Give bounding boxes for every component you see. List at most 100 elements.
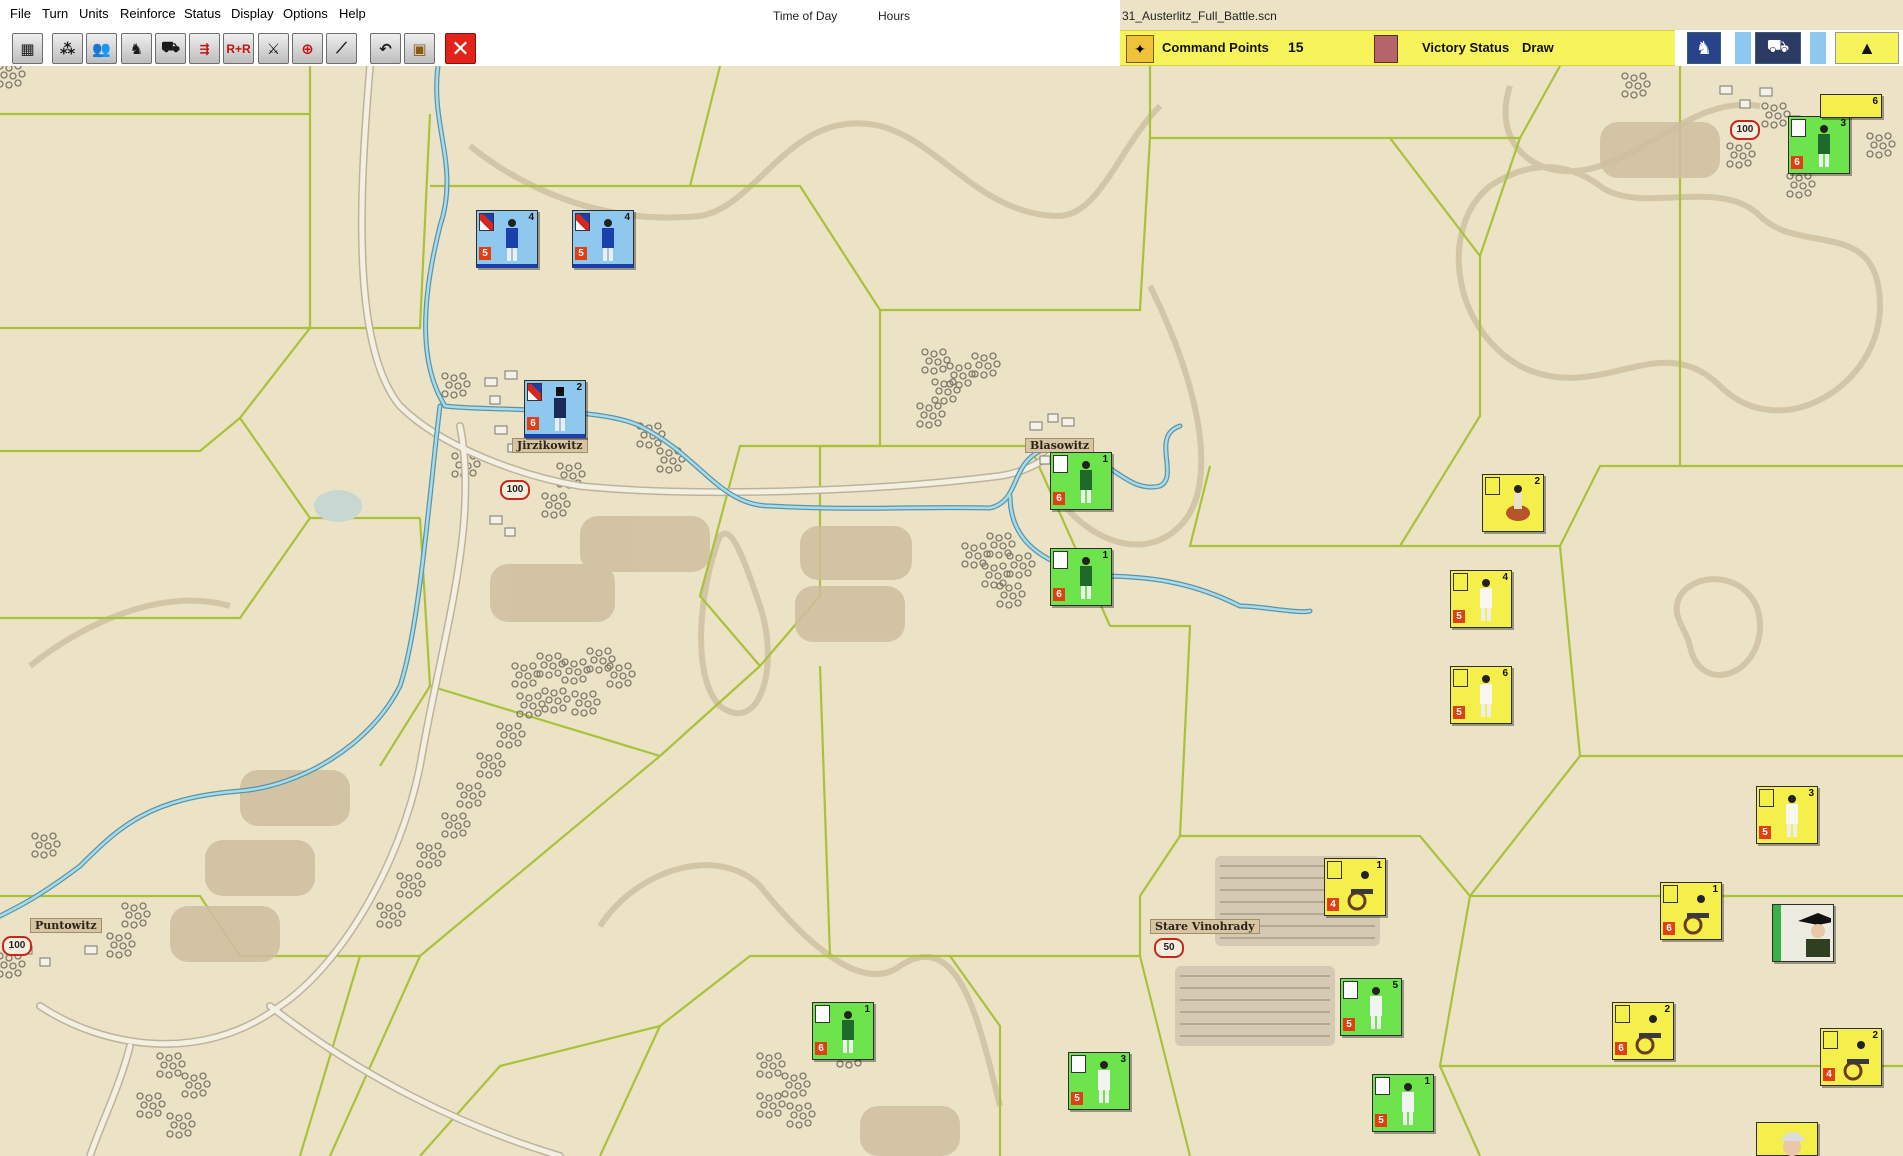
unit-strength: 1 — [1712, 884, 1718, 895]
unit-rating: 6 — [1791, 156, 1803, 169]
unit-strength: 4 — [528, 212, 534, 223]
unit-rating: 6 — [1615, 1042, 1627, 1055]
unit-strength: 3 — [1840, 118, 1846, 129]
russian-infantry-unit[interactable]: 5 5 — [1340, 978, 1402, 1036]
unit-strength: 1 — [1102, 550, 1108, 561]
russian-infantry-unit[interactable]: 1 6 — [1050, 452, 1112, 510]
march-button[interactable]: ⟋ — [326, 33, 357, 64]
menu-units[interactable]: Units — [79, 6, 109, 21]
eagle-icon: ✦ — [1126, 35, 1154, 63]
infantry-figure-icon — [1080, 557, 1092, 599]
austrian-infantry-unit[interactable]: 6 5 — [1450, 666, 1512, 724]
austrian-infantry-unit[interactable]: 4 5 — [1450, 570, 1512, 628]
terrain-layer — [0, 66, 1903, 1156]
toolbar: ▦ ⁂ 👥 ♞ ⛟ ⇶ R+R ⚔ ⊕ ⟋ ↶ ▣ ✕ — [0, 30, 1120, 66]
austrian-eagle-icon — [1759, 789, 1774, 807]
bicorne-hat-icon: ▲ — [1858, 37, 1876, 58]
town-label-jirzikowitz: Jirzikowitz — [512, 438, 588, 453]
austrian-leader-unit[interactable] — [1756, 1122, 1818, 1156]
russian-infantry-unit[interactable]: 3 6 — [1788, 116, 1850, 174]
unit-rating: 6 — [527, 417, 539, 430]
russian-leader-unit[interactable] — [1772, 904, 1834, 962]
fire-button[interactable]: ⊕ — [292, 33, 323, 64]
cannon-icon: ⛟ — [1766, 36, 1790, 56]
french-infantry-unit[interactable]: 4 5 — [476, 210, 538, 268]
french-guard-unit[interactable]: 2 6 — [524, 380, 586, 438]
status-strip: ✦ Command Points 15 Victory Status Draw — [1120, 30, 1675, 66]
time-of-day-label: Time of Day — [773, 9, 838, 23]
infantry-pair-icon: 👥 — [92, 40, 111, 58]
melee-button[interactable]: ⚔ — [258, 33, 289, 64]
austrian-unit-offscreen[interactable]: 6 — [1820, 94, 1882, 118]
austrian-artillery-unit[interactable]: 1 4 — [1324, 858, 1386, 916]
infantry-button[interactable]: 👥 — [86, 33, 117, 64]
hours-label: Hours — [878, 9, 911, 23]
menu-turn[interactable]: Turn — [42, 6, 68, 21]
russian-infantry-unit[interactable]: 1 6 — [812, 1002, 874, 1060]
battle-map[interactable]: Jirzikowitz 100 Blasowitz 100 Puntowitz … — [0, 66, 1903, 1156]
artillery-button[interactable]: ⛟ — [155, 33, 186, 64]
retreat-button[interactable]: ⇶ — [189, 33, 220, 64]
leader-filter-button[interactable]: ▲ — [1835, 32, 1899, 64]
vp-marker-puntowitz: 100 — [2, 936, 32, 956]
unit-strength: 4 — [1502, 572, 1508, 583]
french-infantry-unit[interactable]: 4 5 — [572, 210, 634, 268]
rally-icon: R+R — [226, 41, 251, 56]
flag-icon: ▣ — [412, 40, 427, 58]
menu-help[interactable]: Help — [339, 6, 366, 21]
austrian-artillery-unit[interactable]: 2 4 — [1820, 1028, 1882, 1086]
flag-button[interactable]: ▣ — [404, 33, 435, 64]
russian-infantry-unit[interactable]: 1 5 — [1372, 1074, 1434, 1132]
unit-strength: 4 — [624, 212, 630, 223]
cavalry-filter-button[interactable]: ♞ — [1687, 32, 1721, 64]
infantry-figure-icon — [842, 1011, 854, 1053]
unit-rating: 5 — [1071, 1092, 1083, 1105]
artillery-filter-button[interactable]: ⛟ — [1755, 32, 1801, 64]
russian-infantry-unit[interactable]: 3 5 — [1068, 1052, 1130, 1110]
unit-strength: 1 — [864, 1004, 870, 1015]
austrian-eagle-icon — [1663, 885, 1678, 903]
unit-strength: 1 — [1102, 454, 1108, 465]
russian-flag-icon — [815, 1005, 830, 1023]
infantry-figure-icon — [506, 219, 518, 261]
horse-head-icon: ♞ — [1695, 37, 1713, 58]
cavalry-button[interactable]: ♞ — [121, 33, 152, 64]
menu-file[interactable]: File — [10, 6, 31, 21]
artillery-figure-icon — [1843, 1041, 1869, 1081]
unit-rating: 5 — [1375, 1114, 1387, 1127]
austrian-eagle-icon — [1327, 861, 1342, 879]
rally-button[interactable]: R+R — [223, 33, 254, 64]
menu-status[interactable]: Status — [184, 6, 221, 21]
russian-flag-icon — [1791, 119, 1806, 137]
menu-reinforce[interactable]: Reinforce — [120, 6, 176, 21]
infantry-figure-icon — [1480, 579, 1492, 621]
austrian-eagle-icon — [1615, 1005, 1630, 1023]
austrian-artillery-unit[interactable]: 1 6 — [1660, 882, 1722, 940]
unit-rating: 5 — [1453, 706, 1465, 719]
austrian-artillery-unit[interactable]: 2 6 — [1612, 1002, 1674, 1060]
unit-strength: 6 — [1872, 96, 1878, 107]
unit-rating: 4 — [1327, 898, 1339, 911]
russian-flag-icon — [1343, 981, 1358, 999]
menu-options[interactable]: Options — [283, 6, 328, 21]
french-flag-icon — [527, 383, 542, 401]
formation-button[interactable]: ⁂ — [52, 33, 83, 64]
russian-infantry-unit[interactable]: 1 6 — [1050, 548, 1112, 606]
austrian-infantry-unit[interactable]: 3 5 — [1756, 786, 1818, 844]
unit-strength: 2 — [1534, 476, 1540, 487]
austrian-cavalry-unit[interactable]: 2 — [1482, 474, 1544, 532]
undo-button[interactable]: ↶ — [370, 33, 401, 64]
austrian-eagle-icon — [1823, 1031, 1838, 1049]
french-flag-icon — [575, 213, 590, 231]
map-overview-button[interactable]: ▦ — [12, 33, 43, 64]
spacer-swatch — [1735, 32, 1751, 64]
infantry-figure-icon — [1402, 1083, 1414, 1125]
austrian-eagle-icon — [1453, 669, 1468, 687]
scenario-title: 31_Austerlitz_Full_Battle.scn — [1122, 9, 1277, 23]
close-button[interactable]: ✕ — [445, 33, 476, 64]
menu-display[interactable]: Display — [231, 6, 274, 21]
infantry-figure-icon — [1818, 125, 1830, 167]
artillery-figure-icon — [1635, 1015, 1661, 1055]
unit-rating: 6 — [1053, 492, 1065, 505]
infantry-figure-icon — [1786, 795, 1798, 837]
